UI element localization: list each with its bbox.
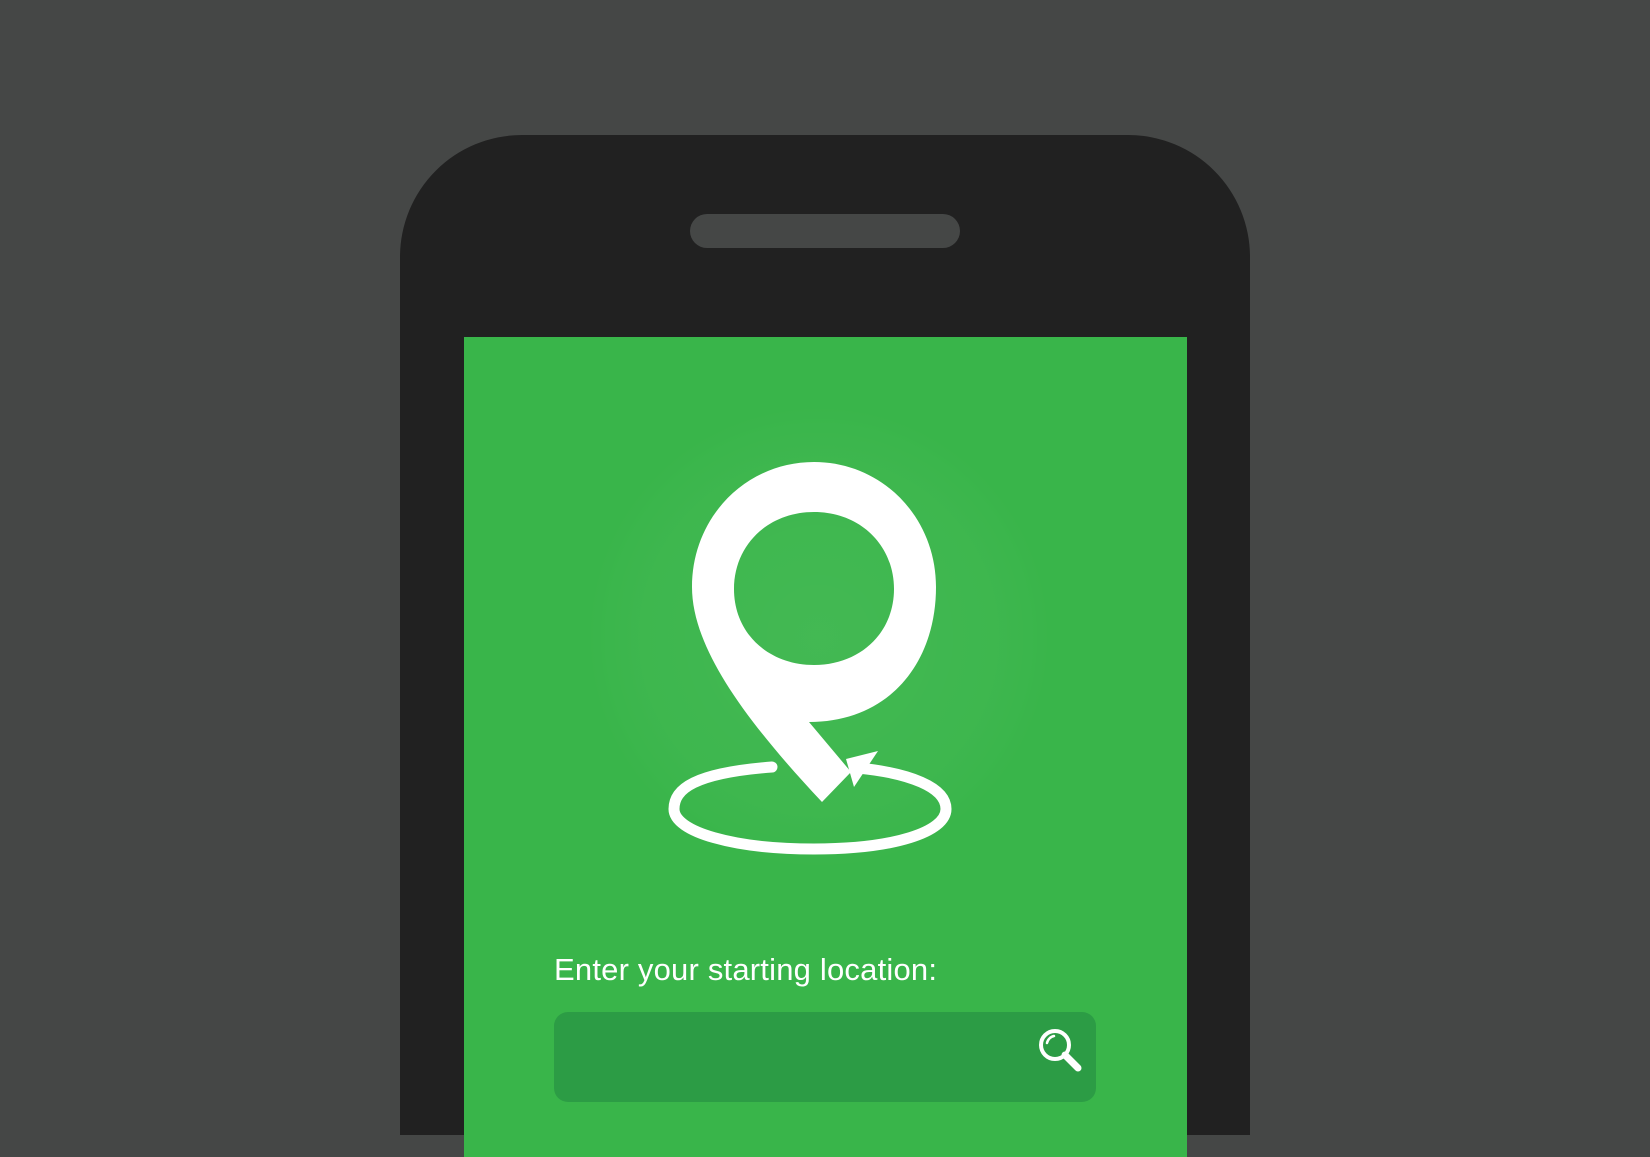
location-search-box[interactable] xyxy=(554,1012,1096,1102)
search-icon[interactable] xyxy=(1036,1026,1084,1074)
starting-location-label: Enter your starting location: xyxy=(554,952,938,987)
app-screen: Enter your starting location: xyxy=(464,337,1187,1157)
phone-frame: Enter your starting location: xyxy=(400,135,1250,1157)
phone-speaker xyxy=(690,214,960,248)
map-pin-loop-logo-icon xyxy=(668,462,952,855)
starting-location-input[interactable] xyxy=(554,1012,1064,1078)
